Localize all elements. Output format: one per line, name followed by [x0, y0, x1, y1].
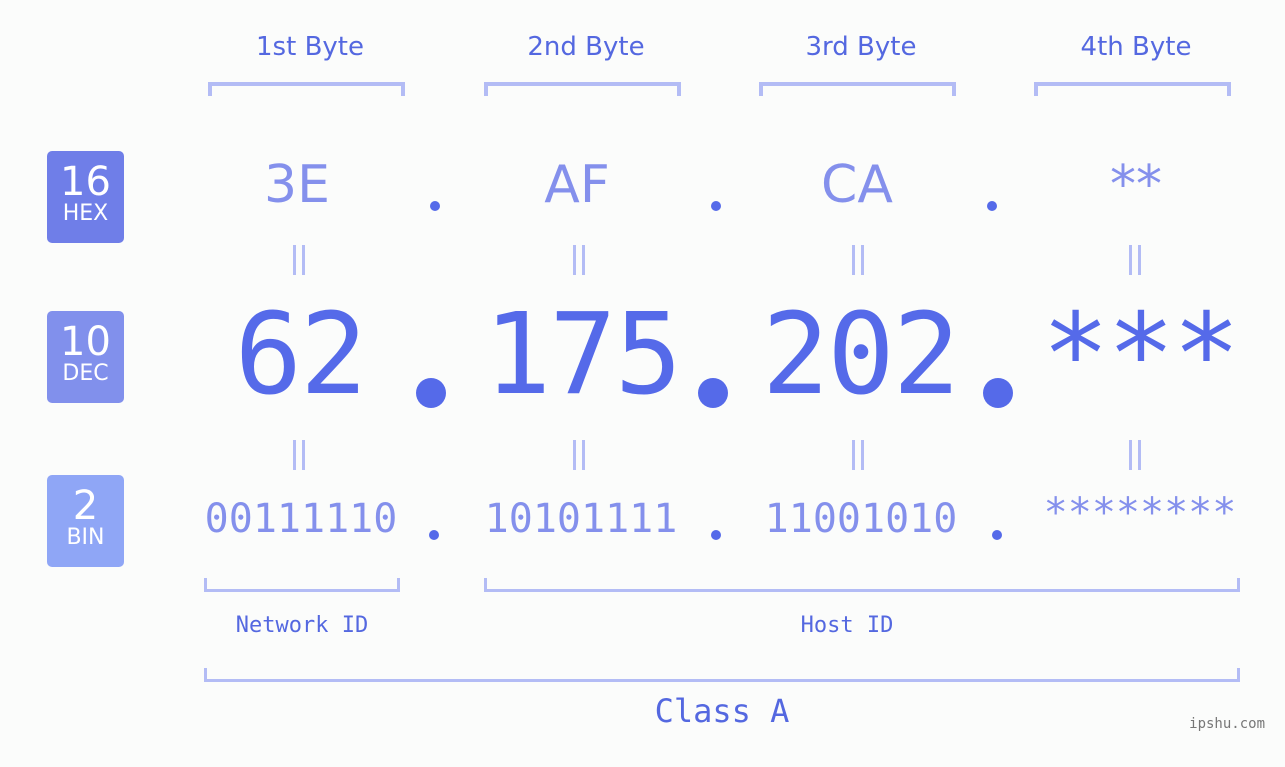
- badge-hex-number: 16: [60, 159, 111, 205]
- hex-byte-3: CA: [821, 155, 893, 215]
- bin-byte-4: ********: [1043, 490, 1237, 536]
- byte-bracket-1: [208, 82, 405, 96]
- dec-byte-3: 202: [761, 290, 960, 420]
- bin-byte-2: 10101111: [484, 496, 678, 542]
- equals-marker: [293, 245, 305, 275]
- host-id-bracket: [484, 578, 1240, 592]
- dec-byte-2: 175: [483, 290, 682, 420]
- hex-separator-dot: [987, 201, 997, 211]
- byte-bracket-4: [1034, 82, 1231, 96]
- dec-separator-dot: [983, 378, 1013, 408]
- byte-header-2: 2nd Byte: [527, 32, 645, 62]
- class-bracket: [204, 668, 1240, 682]
- hex-separator-dot: [711, 201, 721, 211]
- dec-separator-dot: [416, 378, 446, 408]
- hex-byte-2: AF: [544, 155, 610, 215]
- badge-bin: 2 BIN: [47, 475, 124, 567]
- hex-byte-1: 3E: [264, 155, 330, 215]
- hex-byte-4: **: [1110, 155, 1162, 215]
- network-id-bracket: [204, 578, 400, 592]
- equals-marker: [852, 245, 864, 275]
- network-id-label: Network ID: [235, 613, 369, 638]
- dec-byte-1: 62: [234, 290, 368, 420]
- hex-separator-dot: [430, 201, 440, 211]
- byte-header-1: 1st Byte: [256, 32, 364, 62]
- dec-separator-dot: [698, 378, 728, 408]
- bin-separator-dot: [711, 530, 721, 540]
- equals-marker: [293, 440, 305, 470]
- watermark: ipshu.com: [1189, 716, 1265, 732]
- badge-hex: 16 HEX: [47, 151, 124, 243]
- badge-bin-number: 2: [72, 483, 99, 529]
- badge-hex-label: HEX: [62, 201, 109, 226]
- equals-marker: [573, 440, 585, 470]
- byte-bracket-3: [759, 82, 956, 96]
- equals-marker: [1129, 440, 1141, 470]
- dec-byte-4: ***: [1041, 290, 1240, 420]
- class-label: Class A: [654, 692, 790, 730]
- byte-bracket-2: [484, 82, 681, 96]
- bin-separator-dot: [992, 530, 1002, 540]
- bin-byte-3: 11001010: [764, 496, 958, 542]
- badge-dec-number: 10: [60, 319, 111, 365]
- equals-marker: [852, 440, 864, 470]
- badge-dec-label: DEC: [62, 361, 109, 386]
- bin-separator-dot: [429, 530, 439, 540]
- host-id-label: Host ID: [800, 613, 894, 638]
- equals-marker: [1129, 245, 1141, 275]
- byte-header-4: 4th Byte: [1080, 32, 1192, 62]
- bin-byte-1: 00111110: [204, 496, 398, 542]
- equals-marker: [573, 245, 585, 275]
- badge-bin-label: BIN: [66, 525, 105, 550]
- byte-header-3: 3rd Byte: [805, 32, 917, 62]
- badge-dec: 10 DEC: [47, 311, 124, 403]
